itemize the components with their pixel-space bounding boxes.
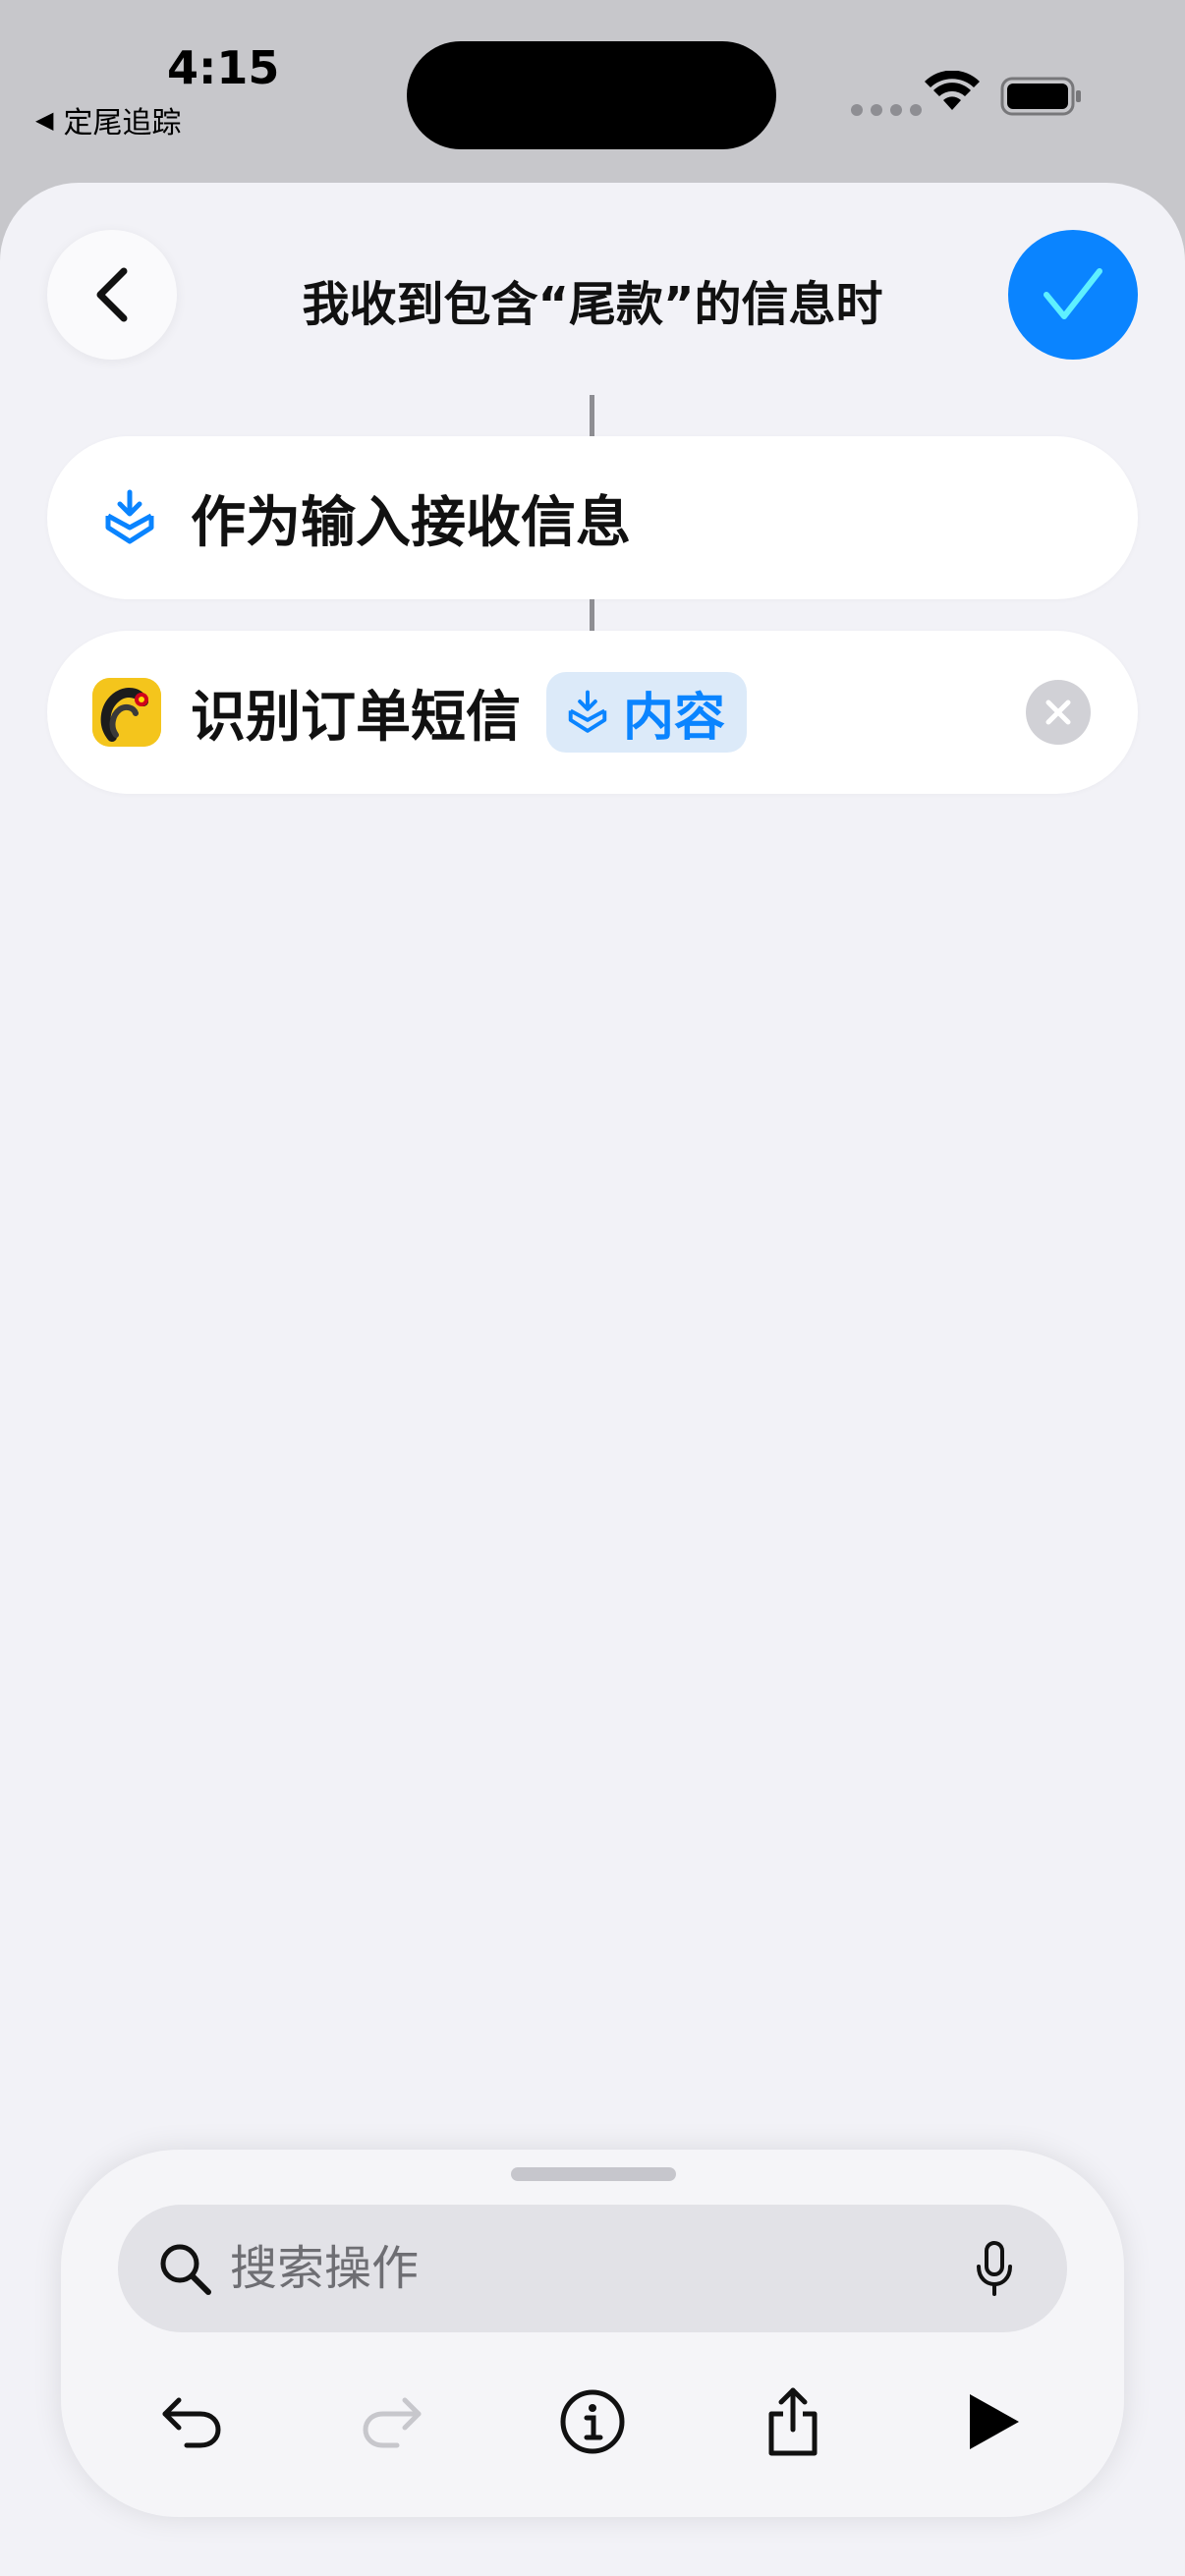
editor-toolbar bbox=[118, 2368, 1067, 2476]
back-to-app-link[interactable]: ◀ 定尾追踪 bbox=[35, 98, 181, 141]
action-receive-input[interactable]: 作为输入接收信息 bbox=[47, 436, 1138, 599]
back-app-label: 定尾追踪 bbox=[63, 106, 182, 140]
dynamic-island bbox=[407, 41, 776, 149]
play-icon bbox=[970, 2394, 1019, 2449]
info-button[interactable] bbox=[538, 2368, 647, 2476]
run-button[interactable] bbox=[939, 2368, 1047, 2476]
chevron-left-icon bbox=[96, 267, 128, 322]
undo-button[interactable] bbox=[138, 2368, 246, 2476]
search-bar[interactable] bbox=[118, 2205, 1067, 2332]
wifi-icon bbox=[925, 71, 980, 110]
signal-dots-icon bbox=[851, 104, 922, 116]
info-icon bbox=[560, 2389, 625, 2454]
remove-action-button[interactable] bbox=[1026, 680, 1091, 745]
app-icon bbox=[92, 678, 161, 747]
close-icon bbox=[1045, 700, 1071, 725]
automation-title: 我收到包含“尾款”的信息时 bbox=[302, 277, 883, 332]
status-time: 4:15 bbox=[167, 41, 280, 94]
search-input[interactable] bbox=[230, 2241, 971, 2296]
checkmark-icon bbox=[1044, 268, 1102, 319]
battery-icon bbox=[1000, 77, 1081, 116]
action-label: 作为输入接收信息 bbox=[191, 490, 631, 555]
flow-connector bbox=[590, 395, 594, 436]
input-tray-icon bbox=[98, 486, 161, 549]
action-search-panel bbox=[61, 2150, 1124, 2517]
action-recognize-sms[interactable]: 识别订单短信 内容 bbox=[47, 631, 1138, 794]
redo-button[interactable] bbox=[338, 2368, 446, 2476]
input-tray-icon bbox=[568, 690, 607, 733]
variable-label: 内容 bbox=[623, 688, 726, 748]
share-icon bbox=[768, 2387, 818, 2456]
back-triangle-icon: ◀ bbox=[35, 106, 54, 134]
done-button[interactable] bbox=[1008, 230, 1138, 360]
undo-icon bbox=[162, 2397, 221, 2448]
screen: 4:15 ◀ 定尾追踪 我收到包含“尾款”的信息时 作为输入接收信息 识别订单短… bbox=[0, 0, 1185, 2576]
flow-connector bbox=[590, 599, 594, 631]
search-icon bbox=[157, 2241, 212, 2296]
back-button[interactable] bbox=[47, 230, 177, 360]
action-label: 识别订单短信 bbox=[191, 685, 521, 750]
microphone-icon[interactable] bbox=[971, 2237, 1018, 2300]
share-button[interactable] bbox=[739, 2368, 847, 2476]
sheet-grabber[interactable] bbox=[511, 2167, 676, 2181]
redo-icon bbox=[363, 2397, 422, 2448]
content-variable-chip[interactable]: 内容 bbox=[546, 672, 748, 753]
